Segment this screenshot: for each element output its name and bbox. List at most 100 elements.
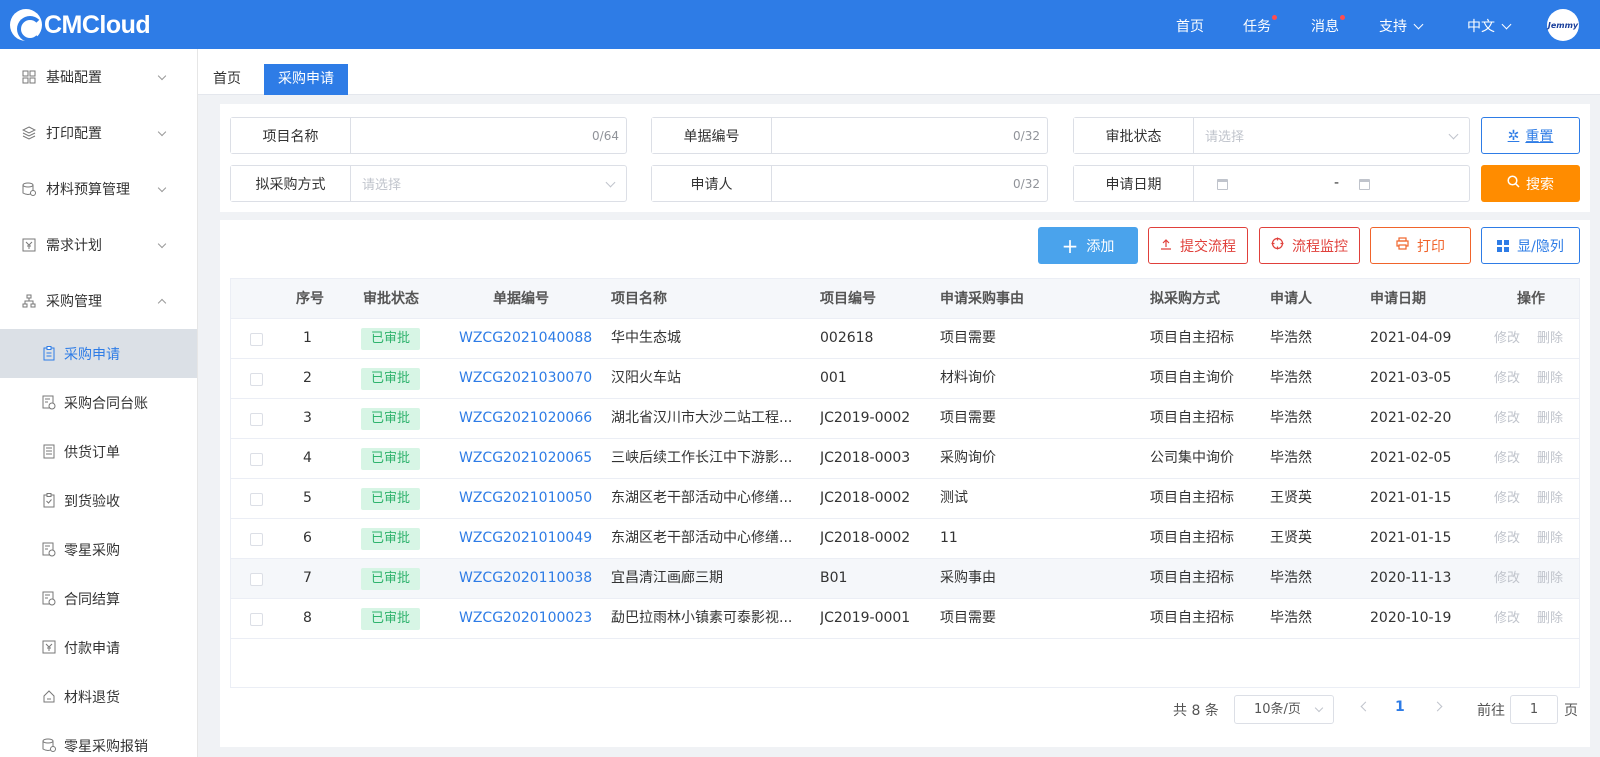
row-checkbox[interactable]	[250, 573, 263, 586]
row-checkbox[interactable]	[250, 493, 263, 506]
sidebar-group-label: 材料预算管理	[46, 182, 130, 198]
delete-button[interactable]: 删除	[1537, 599, 1563, 638]
chevron-down-icon	[157, 183, 167, 193]
table-row[interactable]: 5 已审批 WZCG2021010050 东湖区老干部活动中心修缮... JC2…	[231, 479, 1579, 519]
edit-button[interactable]: 修改	[1494, 319, 1520, 358]
page-size-select[interactable]: 10条/页	[1234, 695, 1334, 724]
sidebar-group-procurement[interactable]: 采购管理	[0, 273, 197, 329]
delete-button[interactable]: 删除	[1537, 439, 1563, 478]
nav-task[interactable]: 任务	[1243, 15, 1277, 36]
doc-no-link[interactable]: WZCG2020110038	[459, 559, 592, 598]
col-header-status: 审批状态	[363, 291, 419, 307]
tab-purchase-request[interactable]: 采购申请	[264, 64, 348, 95]
sidebar-group-basic-config[interactable]: 基础配置	[0, 49, 197, 105]
sidebar-item-payment-request[interactable]: 付款申请	[0, 623, 197, 672]
cell-no: 2	[303, 370, 312, 386]
sidebar-item-purchase-request[interactable]: 采购申请	[0, 329, 197, 378]
delete-button[interactable]: 删除	[1537, 319, 1563, 358]
edit-button[interactable]: 修改	[1494, 399, 1520, 438]
page-suffix-label: 页	[1564, 703, 1578, 719]
table-row[interactable]: 6 已审批 WZCG2021010049 东湖区老干部活动中心修缮... JC2…	[231, 519, 1579, 559]
date-range-picker[interactable]: -	[1194, 166, 1469, 201]
reset-button[interactable]: ✲ 重置	[1481, 117, 1580, 154]
edit-button[interactable]: 修改	[1494, 599, 1520, 638]
purchase-method-select[interactable]: 请选择	[351, 166, 626, 201]
applicant-input[interactable]: 0/32	[772, 166, 1047, 201]
process-monitor-button[interactable]: 流程监控	[1259, 227, 1360, 264]
show-hide-columns-button[interactable]: 显/隐列	[1481, 227, 1580, 264]
chevron-down-icon	[1501, 19, 1512, 30]
doc-no-link[interactable]: WZCG2021020065	[459, 439, 592, 478]
delete-button[interactable]: 删除	[1537, 519, 1563, 558]
print-button[interactable]: 打印	[1370, 227, 1471, 264]
row-checkbox[interactable]	[250, 533, 263, 546]
cell-project-code: 002618	[820, 330, 874, 346]
approval-status-label: 审批状态	[1074, 118, 1194, 153]
sidebar-group-print-config[interactable]: 打印配置	[0, 105, 197, 161]
doc-no-link[interactable]: WZCG2021010050	[459, 479, 592, 518]
cell-date: 2021-03-05	[1370, 370, 1452, 386]
doc-no-link[interactable]: WZCG2021020066	[459, 399, 592, 438]
cell-date: 2021-04-09	[1370, 330, 1452, 346]
status-badge: 已审批	[361, 328, 421, 350]
avatar[interactable]: Jemmy	[1547, 9, 1579, 41]
sidebar-item-supply-order[interactable]: 供货订单	[0, 427, 197, 476]
doc-gear-icon	[41, 542, 57, 558]
sidebar-group-material-budget[interactable]: 材料预算管理	[0, 161, 197, 217]
tab-home[interactable]: 首页	[198, 64, 256, 95]
table-row[interactable]: 8 已审批 WZCG2020100023 勐巴拉雨林小镇素可泰影视... JC2…	[231, 599, 1579, 639]
delete-button[interactable]: 删除	[1537, 559, 1563, 598]
sidebar-item-sporadic-purchase[interactable]: 零星采购	[0, 525, 197, 574]
row-checkbox[interactable]	[250, 373, 263, 386]
nav-home[interactable]: 首页	[1176, 16, 1204, 36]
edit-button[interactable]: 修改	[1494, 519, 1520, 558]
delete-button[interactable]: 删除	[1537, 399, 1563, 438]
cell-project-code: JC2018-0002	[820, 530, 911, 546]
row-checkbox[interactable]	[250, 453, 263, 466]
table-row[interactable]: 2 已审批 WZCG2021030070 汉阳火车站 001 材料询价 项目自主…	[231, 359, 1579, 399]
edit-button[interactable]: 修改	[1494, 359, 1520, 398]
col-header-date: 申请日期	[1370, 291, 1426, 307]
sidebar-item-material-return[interactable]: 材料退货	[0, 672, 197, 721]
delete-button[interactable]: 删除	[1537, 479, 1563, 518]
doc-no-link[interactable]: WZCG2021010049	[459, 519, 592, 558]
doc-no-link[interactable]: WZCG2021030070	[459, 359, 592, 398]
row-checkbox[interactable]	[250, 613, 263, 626]
row-checkbox[interactable]	[250, 413, 263, 426]
table-row[interactable]: 1 已审批 WZCG2021040088 华中生态城 002618 项目需要 项…	[231, 319, 1579, 359]
sidebar-item-contract-ledger[interactable]: 采购合同台账	[0, 378, 197, 427]
nav-language-label: 中文	[1467, 19, 1495, 35]
char-count: 0/64	[592, 129, 619, 143]
table-row[interactable]: 3 已审批 WZCG2021020066 湖北省汉川市大沙二站工程... JC2…	[231, 399, 1579, 439]
purchase-method-field: 拟采购方式 请选择	[230, 165, 627, 202]
edit-button[interactable]: 修改	[1494, 479, 1520, 518]
sidebar-item-contract-settlement[interactable]: 合同结算	[0, 574, 197, 623]
search-button[interactable]: 搜索	[1481, 165, 1580, 202]
cell-reason: 11	[940, 530, 958, 546]
logo[interactable]: CMCloud	[10, 8, 151, 42]
approval-status-select[interactable]: 请选择	[1194, 118, 1469, 153]
edit-button[interactable]: 修改	[1494, 439, 1520, 478]
goto-page-input[interactable]: 1	[1510, 695, 1558, 724]
doc-no-input[interactable]: 0/32	[772, 118, 1047, 153]
row-checkbox[interactable]	[250, 333, 263, 346]
add-button[interactable]: + 添加	[1038, 227, 1138, 264]
col-header-project-code: 项目编号	[820, 291, 876, 307]
delete-button[interactable]: 删除	[1537, 359, 1563, 398]
doc-no-link[interactable]: WZCG2021040088	[459, 319, 592, 358]
grid-icon	[21, 69, 37, 85]
apply-date-field: 申请日期 -	[1073, 165, 1470, 202]
submit-process-button[interactable]: 提交流程	[1148, 227, 1248, 264]
edit-button[interactable]: 修改	[1494, 559, 1520, 598]
nav-message[interactable]: 消息	[1311, 15, 1345, 36]
sidebar-group-demand-plan[interactable]: 需求计划	[0, 217, 197, 273]
table-row[interactable]: 4 已审批 WZCG2021020065 三峡后续工作长江中下游影... JC2…	[231, 439, 1579, 479]
project-name-input[interactable]: 0/64	[351, 118, 626, 153]
sidebar-item-sporadic-reimburse[interactable]: 零星采购报销	[0, 721, 197, 757]
nav-support[interactable]: 支持	[1379, 16, 1424, 36]
table-row[interactable]: 7 已审批 WZCG2020110038 宜昌清江画廊三期 B01 采购事由 项…	[231, 559, 1579, 599]
nav-language[interactable]: 中文	[1467, 16, 1512, 36]
sidebar-item-arrival-acceptance[interactable]: 到货验收	[0, 476, 197, 525]
current-page[interactable]: 1	[1395, 699, 1405, 715]
doc-no-link[interactable]: WZCG2020100023	[459, 599, 592, 638]
